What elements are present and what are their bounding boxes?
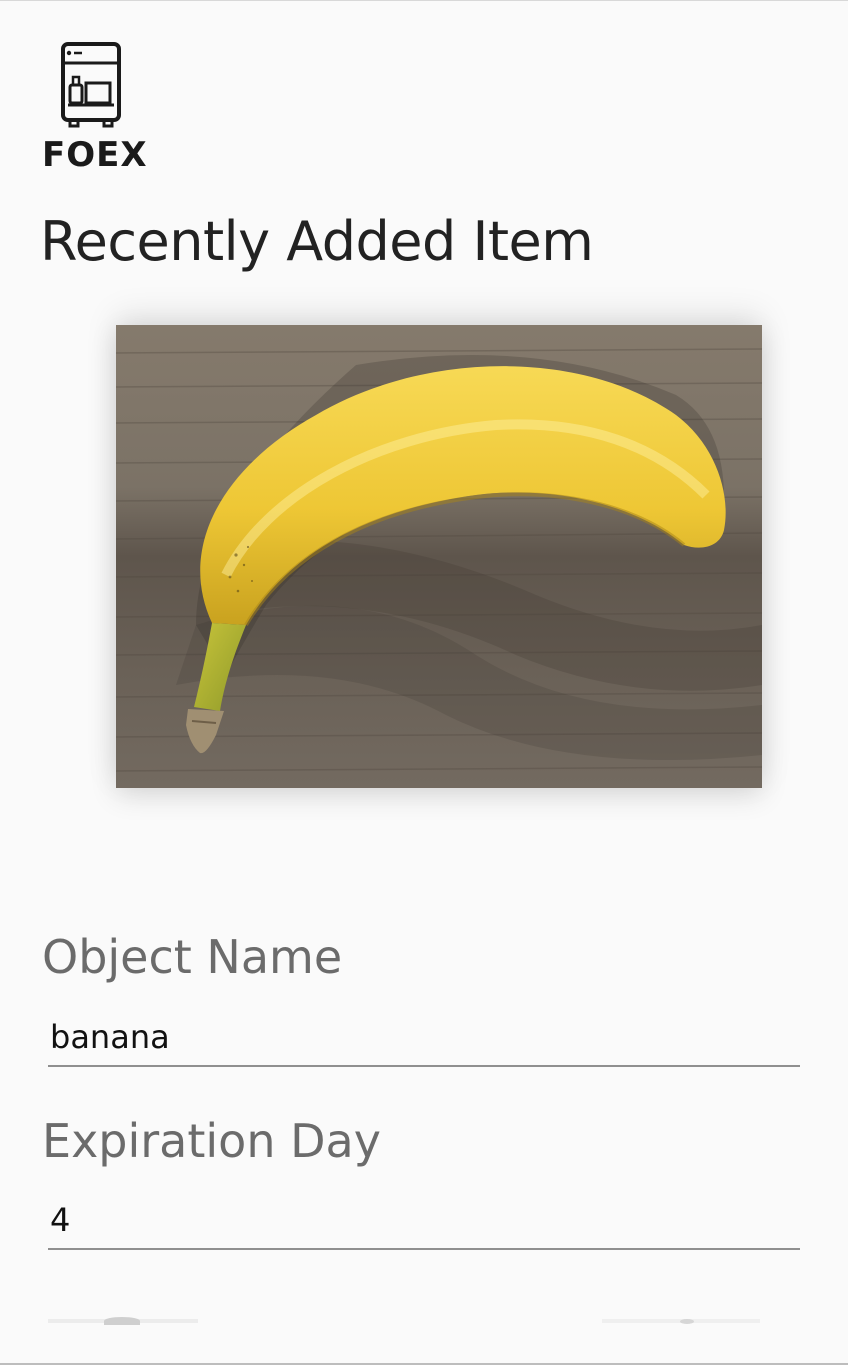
partially-visible-button-right[interactable]	[602, 1319, 760, 1324]
partial-icon-left	[104, 1317, 140, 1325]
app-logo: FOEX	[42, 39, 148, 175]
object-name-label: Object Name	[42, 930, 343, 984]
fridge-icon	[61, 42, 121, 128]
expiration-day-label: Expiration Day	[42, 1114, 381, 1168]
partially-visible-button-left[interactable]	[48, 1317, 198, 1325]
object-name-input[interactable]	[48, 1015, 800, 1067]
partial-icon-right	[680, 1319, 694, 1324]
page-title: Recently Added Item	[40, 210, 594, 273]
bottom-cutoff-area	[0, 1317, 848, 1365]
item-photo	[116, 325, 762, 788]
banana-photo-icon	[116, 325, 762, 788]
expiration-day-input[interactable]	[48, 1198, 800, 1250]
logo-wordmark: FOEX	[42, 135, 148, 175]
